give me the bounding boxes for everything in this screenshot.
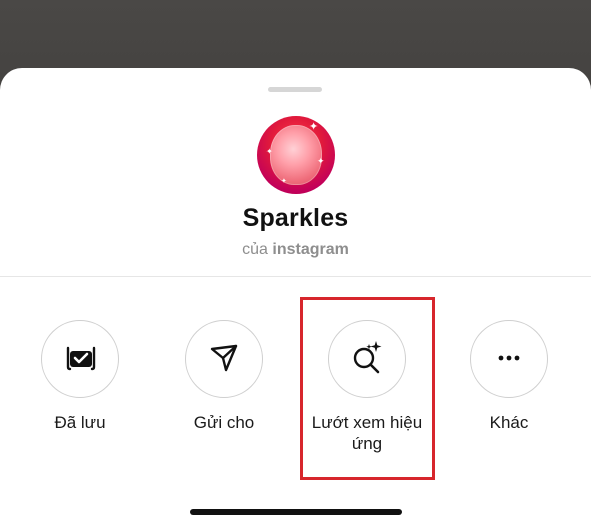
send-to-button-circle[interactable] xyxy=(185,320,263,398)
sparkle-icon: ✦ xyxy=(309,121,319,133)
effect-thumbnail: ✦ ✦ ✦ ✦ xyxy=(257,116,335,194)
more-button-circle[interactable] xyxy=(470,320,548,398)
byline-prefix: của xyxy=(242,241,268,258)
effect-author-link[interactable]: instagram xyxy=(272,241,348,258)
more-icon xyxy=(494,350,524,368)
sheet-divider xyxy=(0,276,591,277)
effect-byline: của instagram xyxy=(0,241,591,259)
more-button[interactable]: Khác xyxy=(449,320,569,433)
sparkle-icon: ✦ xyxy=(281,178,287,185)
send-icon xyxy=(207,340,241,379)
saved-button-circle[interactable] xyxy=(41,320,119,398)
send-to-button-label: Gửi cho xyxy=(193,413,255,432)
send-to-button[interactable]: Gửi cho xyxy=(164,320,284,433)
effect-gem-image xyxy=(270,125,322,185)
sparkle-icon: ✦ xyxy=(317,156,325,166)
sparkle-icon: ✦ xyxy=(266,147,273,156)
sheet-grabber-handle[interactable] xyxy=(268,87,322,92)
highlight-annotation-box xyxy=(300,297,435,480)
effect-bottom-sheet: ✦ ✦ ✦ ✦ Sparkles của instagram Đã lưu Gử… xyxy=(0,68,591,525)
more-button-label: Khác xyxy=(489,413,529,432)
effect-title: Sparkles xyxy=(242,204,349,232)
saved-button[interactable]: Đã lưu xyxy=(20,320,140,433)
saved-effect-icon xyxy=(63,340,97,379)
home-indicator[interactable] xyxy=(190,509,402,515)
saved-button-label: Đã lưu xyxy=(54,413,106,432)
